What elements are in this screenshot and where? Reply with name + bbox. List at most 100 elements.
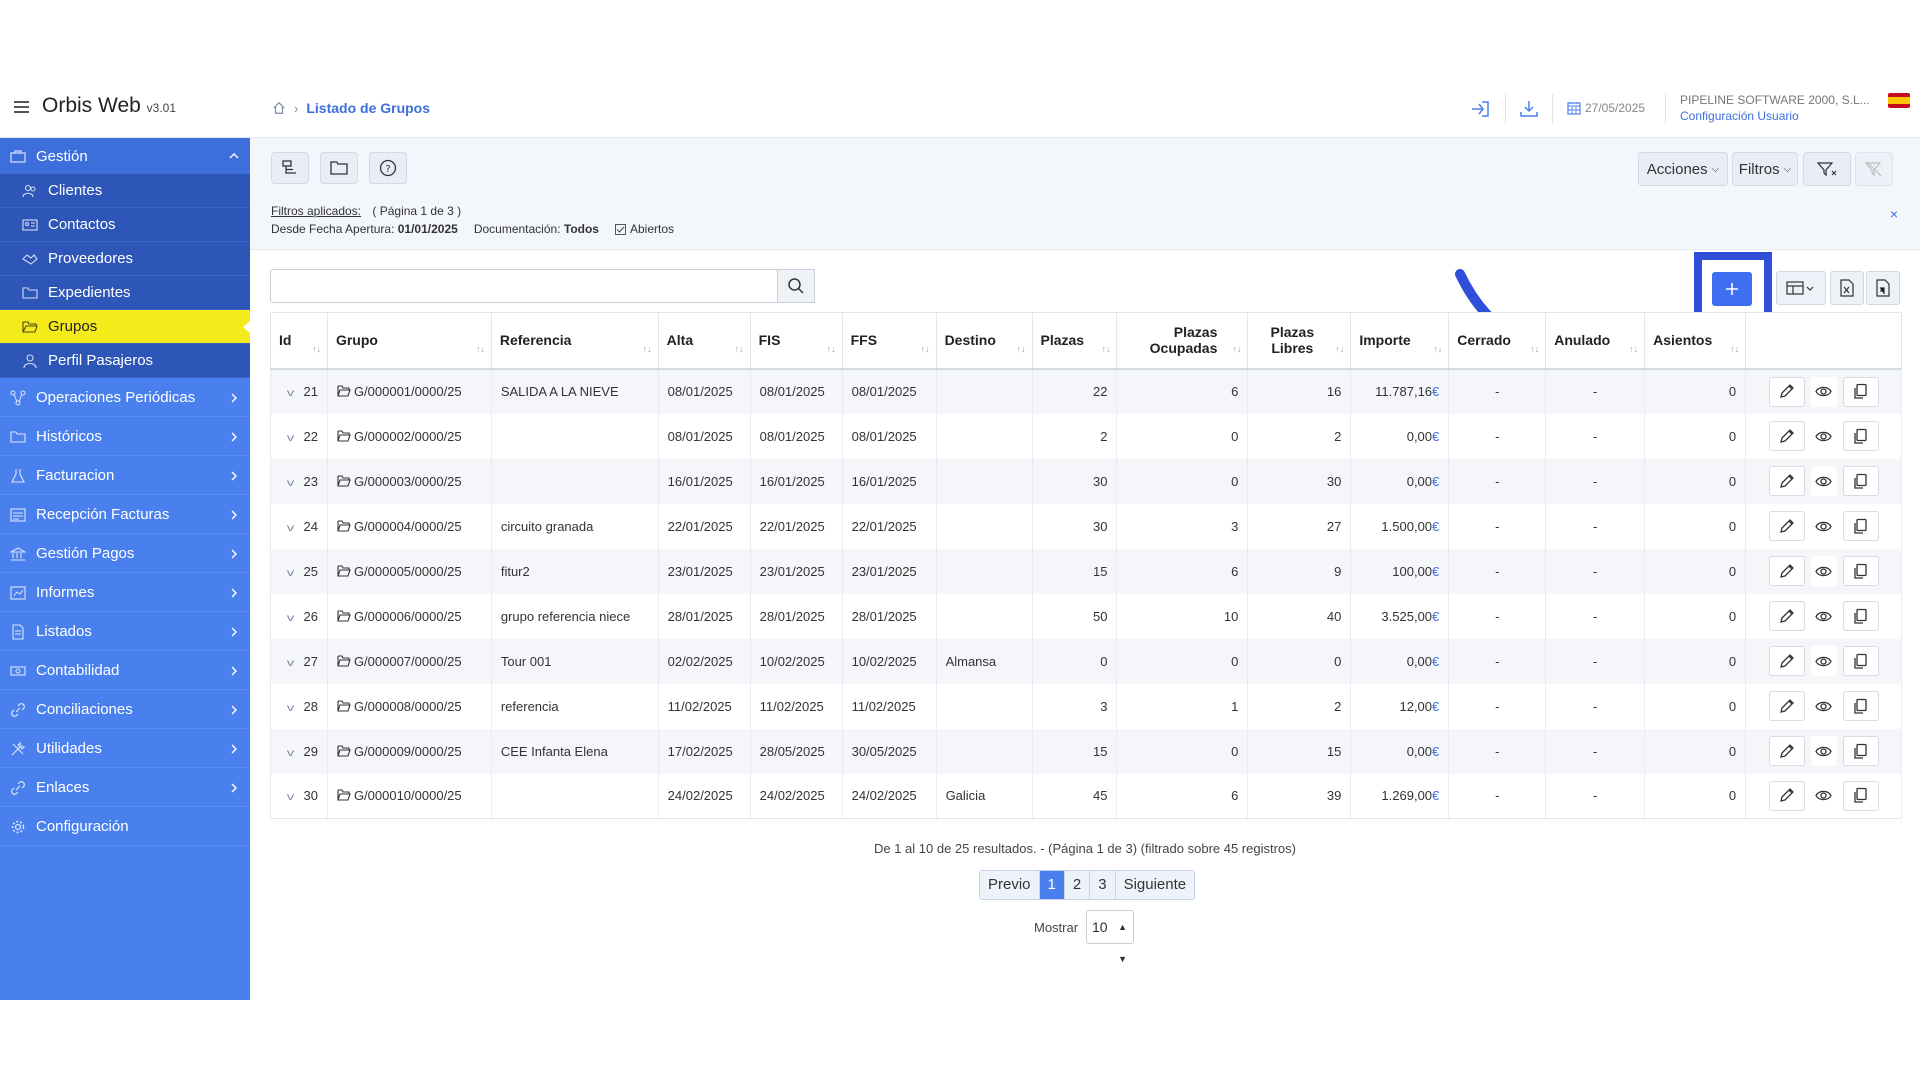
expand-row-icon[interactable]: v [287,388,295,399]
page-size-select[interactable]: 10 ▲ ▼ [1086,910,1134,964]
sidebar-section-gestion[interactable]: Gestión [0,138,250,174]
col-ffs[interactable]: FFS ↑↓ [841,312,937,370]
col-plazas-ocupadas[interactable]: Plazas Ocupadas ↑↓ [1116,312,1249,370]
edit-button[interactable] [1768,691,1805,721]
col-asientos[interactable]: Asientos ↑↓ [1644,312,1747,370]
applied-filters-label[interactable]: Filtros aplicados: [271,204,361,218]
expand-row-icon[interactable]: v [287,613,295,624]
page-2-button[interactable]: 2 [1064,871,1091,899]
home-icon[interactable] [272,101,286,115]
clear-filter-button[interactable] [1855,152,1893,186]
table-row[interactable]: v 23 G/000003/0000/25 16/01/2025 16/01/2025 1… [270,458,1902,504]
edit-button[interactable] [1768,421,1805,451]
sidebar-item-conciliaciones[interactable]: Conciliaciones [0,691,250,729]
prev-page-button[interactable]: Previo [980,871,1040,899]
edit-button[interactable] [1768,780,1805,811]
page-1-button[interactable]: 1 [1039,871,1065,899]
table-row[interactable]: v 25 G/000005/0000/25 fitur2 23/01/2025 23/01… [270,548,1902,594]
sidebar-item-proveedores[interactable]: Proveedores [0,242,250,276]
view-button[interactable] [1810,421,1837,451]
filter-options-button[interactable] [1803,152,1851,186]
view-button[interactable] [1810,511,1837,541]
spain-flag-icon[interactable] [1888,93,1910,108]
sidebar-item-listados[interactable]: Listados [0,613,250,651]
search-input[interactable] [271,270,777,302]
col-plazas[interactable]: Plazas ↑↓ [1031,312,1118,370]
sidebar-item-contactos[interactable]: Contactos [0,208,250,242]
copy-button[interactable] [1842,556,1879,586]
export-pdf-button[interactable] [1866,271,1900,305]
table-row[interactable]: v 26 G/000006/0000/25 grupo referencia niec… [270,593,1902,639]
expand-row-icon[interactable]: v [287,523,295,534]
sidebar-item-historicos[interactable]: Históricos [0,418,250,456]
filtros-dropdown[interactable]: Filtros ⌵ [1732,152,1798,186]
col-id[interactable]: Id ↑↓ [270,312,328,370]
user-config-link[interactable]: Configuración Usuario [1680,109,1799,123]
col-plazas-libres[interactable]: Plazas Libres ↑↓ [1247,312,1352,370]
expand-row-icon[interactable]: v [287,433,295,444]
view-button[interactable] [1810,601,1837,631]
table-row[interactable]: v 29 G/000009/0000/25 CEE Infanta Elena 17/0… [270,728,1902,774]
edit-button[interactable] [1768,736,1805,766]
sidebar-item-perfil-pasajeros[interactable]: Perfil Pasajeros [0,344,250,378]
table-row[interactable]: v 24 G/000004/0000/25 circuito granada 22/01… [270,503,1902,549]
hamburger-menu-icon[interactable] [14,101,29,113]
add-group-button[interactable] [1712,272,1752,306]
sidebar-item-informes[interactable]: Informes [0,574,250,612]
view-button[interactable] [1810,691,1837,721]
sidebar-item-recepcion-facturas[interactable]: Recepción Facturas [0,496,250,534]
edit-button[interactable] [1768,556,1805,586]
col-grupo[interactable]: Grupo ↑↓ [326,312,492,370]
sidebar-item-clientes[interactable]: Clientes [0,174,250,208]
search-field[interactable] [270,269,778,303]
edit-button[interactable] [1768,601,1805,631]
view-button[interactable] [1810,780,1837,811]
search-button[interactable] [777,269,815,303]
edit-button[interactable] [1768,646,1805,676]
table-row[interactable]: v 30 G/000010/0000/25 24/02/2025 24/02/2025 2… [270,773,1902,819]
copy-button[interactable] [1842,421,1879,451]
page-3-button[interactable]: 3 [1090,871,1116,899]
expand-row-icon[interactable]: v [287,658,295,669]
col-fis[interactable]: FIS ↑↓ [749,312,843,370]
copy-button[interactable] [1842,736,1879,766]
sidebar-item-expedientes[interactable]: Expedientes [0,276,250,310]
columns-view-button[interactable] [1776,271,1826,305]
toggle-view-button[interactable] [271,152,309,184]
col-destino[interactable]: Destino ↑↓ [935,312,1033,370]
col-alta[interactable]: Alta ↑↓ [657,312,751,370]
expand-row-icon[interactable]: v [287,703,295,714]
acciones-dropdown[interactable]: Acciones ⌵ [1638,152,1728,186]
view-button[interactable] [1810,376,1837,407]
expand-row-icon[interactable]: v [287,568,295,579]
view-button[interactable] [1810,466,1837,496]
copy-button[interactable] [1842,466,1879,496]
sidebar-item-gestion-pagos[interactable]: Gestión Pagos [0,535,250,573]
table-row[interactable]: v 22 G/000002/0000/25 08/01/2025 08/01/2025 0… [270,413,1902,459]
copy-button[interactable] [1842,646,1879,676]
copy-button[interactable] [1842,601,1879,631]
folder-button[interactable] [320,152,358,184]
close-filters-icon[interactable]: × [1890,206,1898,222]
edit-button[interactable] [1768,511,1805,541]
view-button[interactable] [1810,736,1837,766]
expand-row-icon[interactable]: v [287,478,295,489]
sidebar-item-grupos[interactable]: Grupos [0,310,251,344]
edit-button[interactable] [1768,466,1805,496]
export-excel-button[interactable] [1830,271,1864,305]
download-icon[interactable] [1518,98,1540,120]
copy-button[interactable] [1842,780,1879,811]
expand-row-icon[interactable]: v [287,748,295,759]
login-icon[interactable] [1470,98,1492,120]
table-row[interactable]: v 21 G/000001/0000/25 SALIDA A LA NIEVE 08/0… [270,368,1902,414]
sidebar-item-contabilidad[interactable]: Contabilidad [0,652,250,690]
copy-button[interactable] [1842,376,1879,407]
help-button[interactable]: ? [369,152,407,184]
sidebar-item-configuracion[interactable]: Configuración [0,808,250,846]
view-button[interactable] [1810,556,1837,586]
expand-row-icon[interactable]: v [287,792,295,803]
copy-button[interactable] [1842,691,1879,721]
table-row[interactable]: v 28 G/000008/0000/25 referencia 11/02/2025 1… [270,683,1902,729]
col-importe[interactable]: Importe ↑↓ [1350,312,1450,370]
sidebar-item-utilidades[interactable]: Utilidades [0,730,250,768]
